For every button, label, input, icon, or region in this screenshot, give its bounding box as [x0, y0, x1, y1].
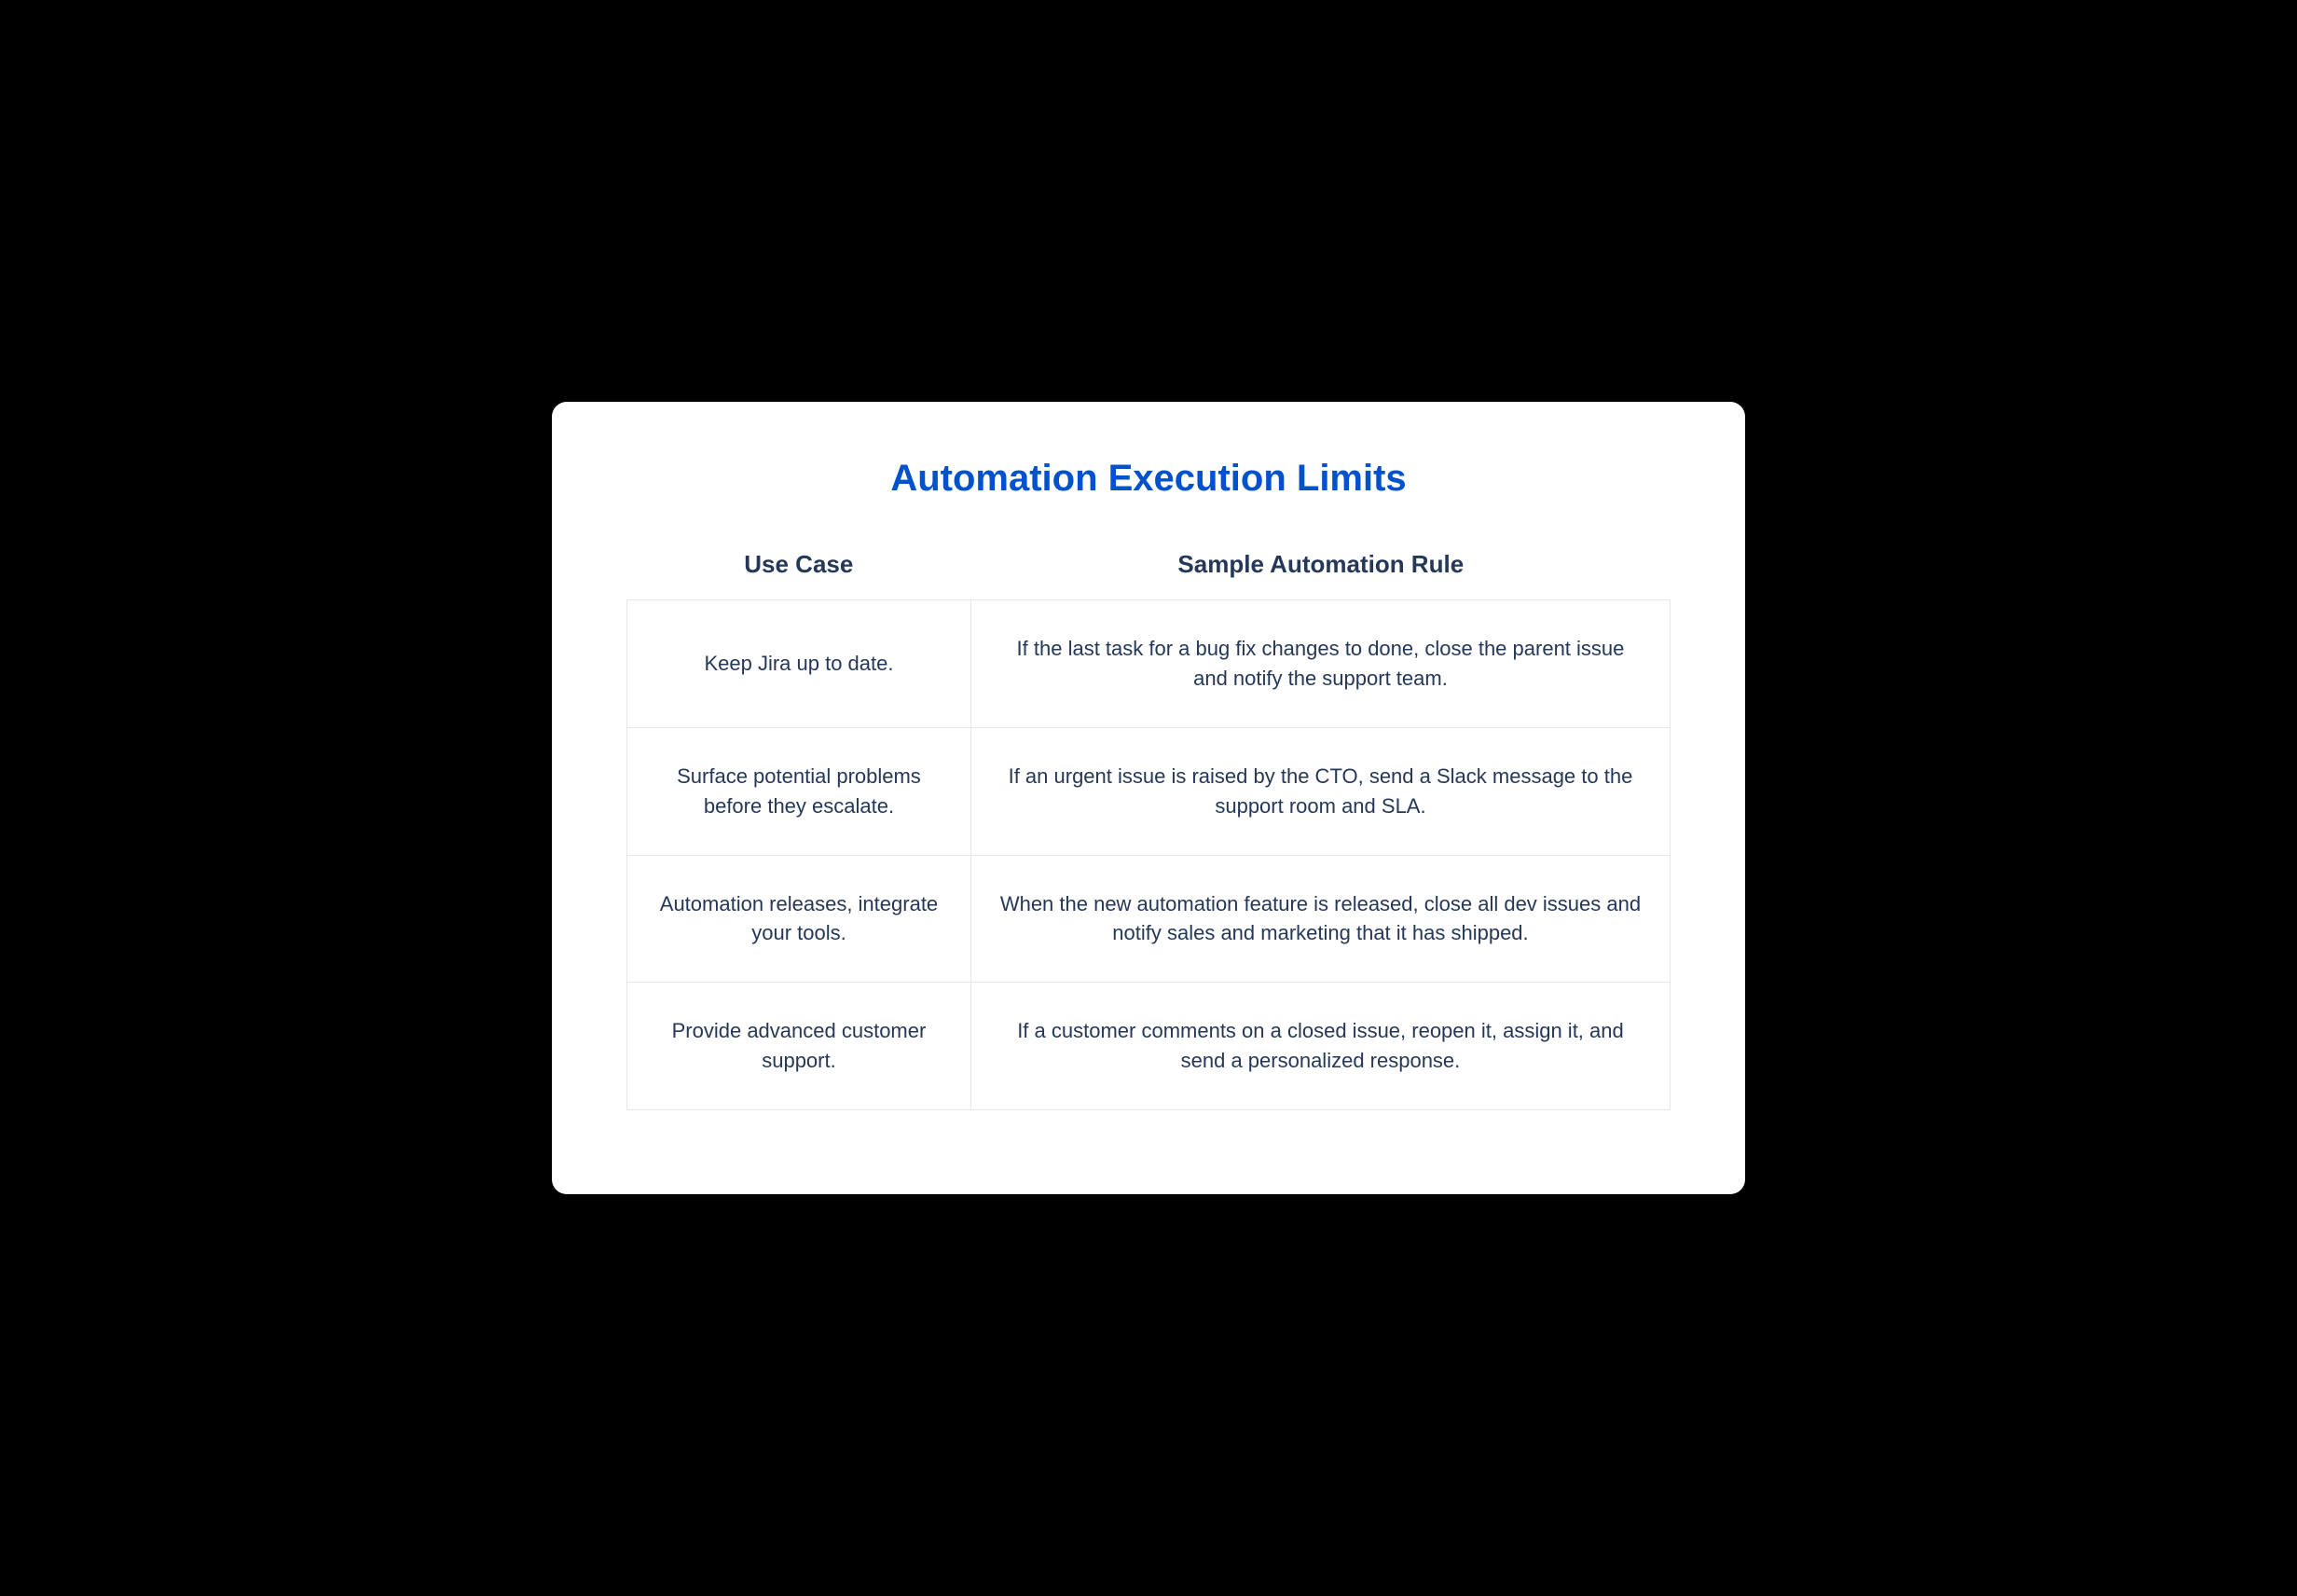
card: Automation Execution Limits Use Case Sam…: [552, 402, 1745, 1194]
column-header-usecase: Use Case: [626, 537, 971, 592]
table-row: Keep Jira up to date. If the last task f…: [626, 600, 1671, 728]
column-header-rule: Sample Automation Rule: [971, 537, 1671, 592]
table-row: Automation releases, integrate your tool…: [626, 856, 1671, 984]
table-body: Keep Jira up to date. If the last task f…: [626, 599, 1671, 1110]
cell-usecase: Automation releases, integrate your tool…: [627, 856, 971, 983]
table-header-row: Use Case Sample Automation Rule: [626, 537, 1671, 592]
cell-rule: If a customer comments on a closed issue…: [971, 983, 1670, 1109]
cell-usecase: Keep Jira up to date.: [627, 600, 971, 727]
page-title: Automation Execution Limits: [626, 458, 1671, 500]
cell-usecase: Provide advanced customer support.: [627, 983, 971, 1109]
cell-usecase: Surface potential problems before they e…: [627, 728, 971, 855]
cell-rule: If the last task for a bug fix changes t…: [971, 600, 1670, 727]
table-row: Provide advanced customer support. If a …: [626, 983, 1671, 1110]
table-row: Surface potential problems before they e…: [626, 728, 1671, 856]
cell-rule: If an urgent issue is raised by the CTO,…: [971, 728, 1670, 855]
cell-rule: When the new automation feature is relea…: [971, 856, 1670, 983]
table: Use Case Sample Automation Rule Keep Jir…: [626, 537, 1671, 1110]
